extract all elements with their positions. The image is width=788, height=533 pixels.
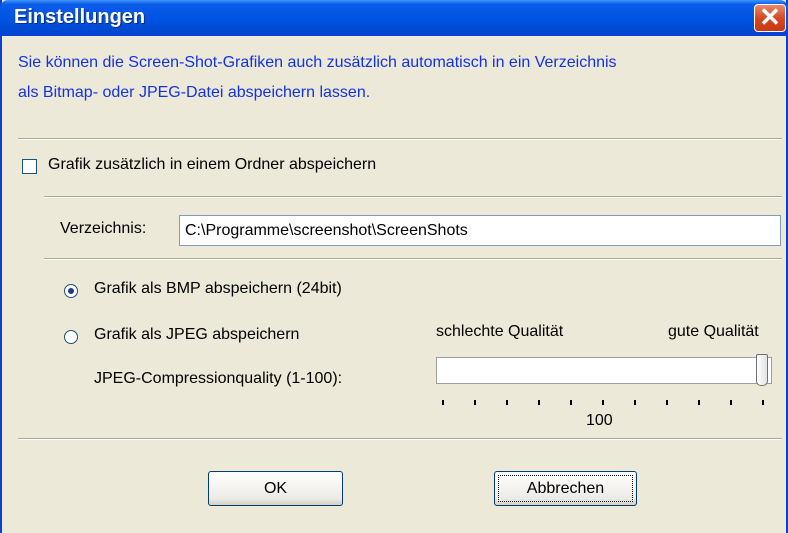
bmp-radio-label[interactable]: Grafik als BMP abspeichern (24bit) — [94, 280, 342, 298]
info-line-1: Sie können die Screen-Shot-Grafiken auch… — [18, 54, 617, 71]
slider-tick — [634, 400, 636, 405]
title-bar[interactable]: Einstellungen ✕ — [0, 0, 788, 36]
low-quality-label: schlechte Qualität — [436, 323, 564, 340]
save-folder-checkbox[interactable] — [22, 159, 37, 174]
bmp-radio[interactable] — [64, 284, 78, 298]
slider-tick — [698, 400, 700, 405]
radio-selected-dot — [68, 288, 74, 294]
separator — [18, 438, 782, 440]
slider-tick — [570, 400, 572, 405]
slider-tick — [666, 400, 668, 405]
slider-tick — [602, 400, 604, 405]
jpeg-radio-label[interactable]: Grafik als JPEG abspeichern — [94, 326, 299, 344]
slider-tick — [474, 400, 476, 405]
slider-tick — [442, 400, 444, 405]
window-title: Einstellungen — [14, 6, 146, 28]
high-quality-label: gute Qualität — [668, 323, 759, 340]
ok-button-label: OK — [263, 480, 288, 497]
info-line-2: als Bitmap- oder JPEG-Datei abspeichern … — [18, 84, 371, 101]
focus-rectangle: Abbrechen — [498, 475, 633, 502]
close-button[interactable]: ✕ — [754, 4, 786, 32]
cancel-button[interactable]: Abbrechen — [494, 471, 637, 506]
slider-tick — [762, 400, 764, 405]
cancel-button-label: Abbrechen — [526, 480, 605, 497]
directory-label: Verzeichnis: — [60, 220, 147, 237]
directory-input[interactable]: C:\Programme\screenshot\ScreenShots — [179, 215, 781, 246]
info-text: Sie können die Screen-Shot-Grafiken auch… — [18, 48, 778, 108]
settings-dialog: Einstellungen ✕ Sie können die Screen-Sh… — [0, 0, 788, 533]
quality-slider-track[interactable] — [436, 357, 772, 384]
close-icon: ✕ — [759, 2, 781, 32]
jpeg-quality-label: JPEG-Compressionquality (1-100): — [94, 370, 343, 387]
slider-tick — [730, 400, 732, 405]
separator — [44, 258, 782, 260]
save-folder-checkbox-label[interactable]: Grafik zusätzlich in einem Ordner abspei… — [48, 156, 376, 174]
slider-tick — [538, 400, 540, 405]
ok-button[interactable]: OK — [208, 471, 343, 506]
slider-tick — [506, 400, 508, 405]
jpeg-radio[interactable] — [64, 330, 78, 344]
separator — [18, 138, 782, 140]
separator — [44, 196, 782, 198]
quality-value: 100 — [586, 412, 613, 429]
quality-slider-thumb[interactable] — [756, 354, 768, 386]
